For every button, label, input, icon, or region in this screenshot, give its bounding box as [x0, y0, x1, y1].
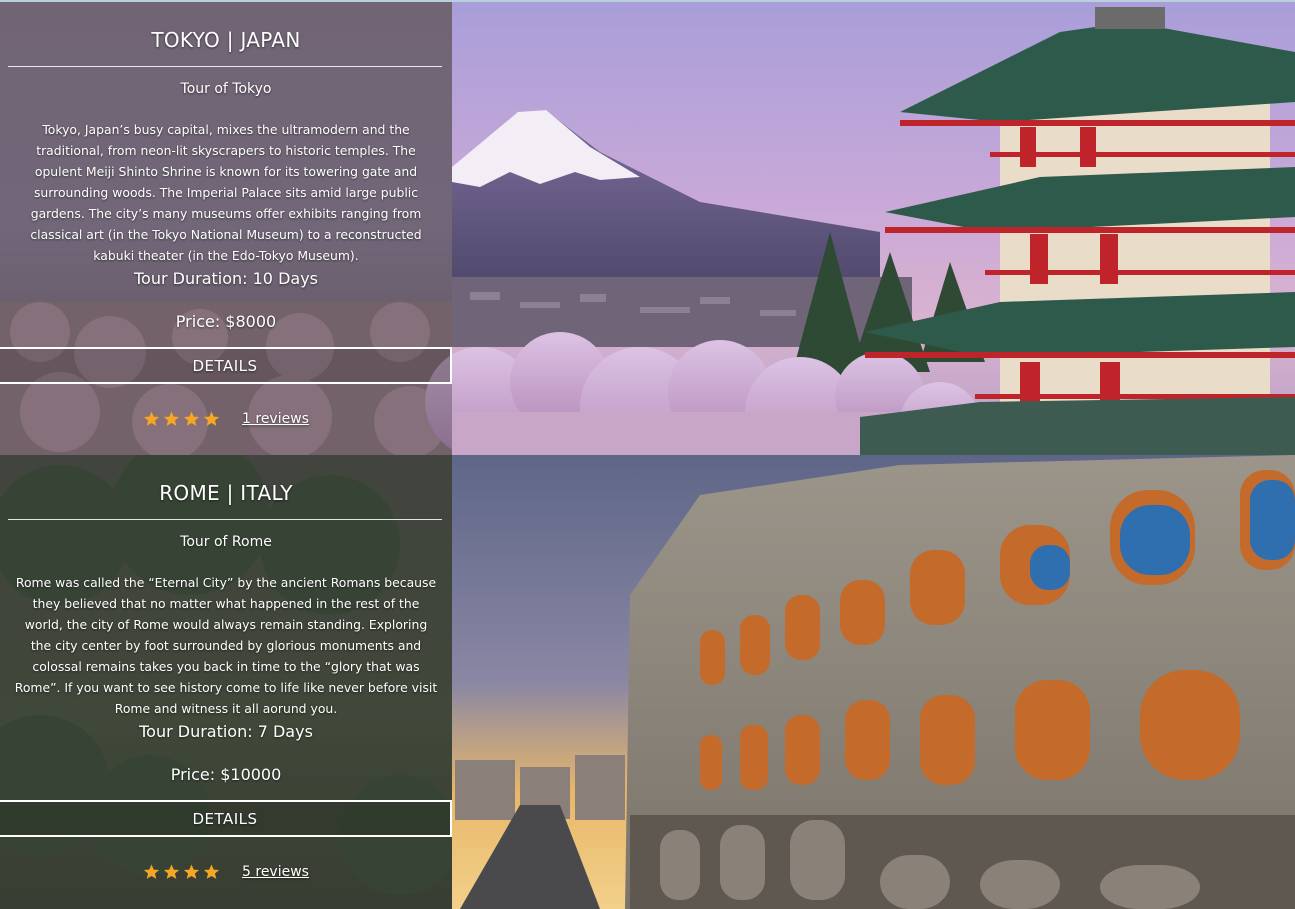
star-rating	[143, 864, 220, 880]
rating-row: 1 reviews	[0, 408, 452, 430]
star-icon	[183, 864, 200, 880]
star-icon	[203, 864, 220, 880]
title-divider	[8, 66, 442, 67]
tour-price: Price: $10000	[170, 765, 282, 784]
details-button[interactable]: DETAILS	[0, 347, 452, 384]
reviews-link[interactable]: 1 reviews	[242, 411, 309, 427]
tour-card-tokyo: TOKYO | JAPAN Tour of Tokyo Tokyo, Japan…	[0, 0, 1295, 455]
star-icon	[143, 411, 160, 427]
tour-price: Price: $8000	[175, 312, 277, 331]
tour-subtitle: Tour of Rome	[180, 534, 272, 550]
tour-duration: Tour Duration: 10 Days	[134, 269, 318, 288]
star-icon	[143, 864, 160, 880]
star-icon	[203, 411, 220, 427]
star-icon	[183, 411, 200, 427]
reviews-link[interactable]: 5 reviews	[242, 864, 309, 880]
tour-subtitle: Tour of Tokyo	[180, 81, 272, 97]
rating-row: 5 reviews	[0, 861, 452, 883]
star-icon	[163, 864, 180, 880]
tour-description: Rome was called the “Eternal City” by th…	[14, 575, 438, 716]
title-divider	[8, 519, 442, 520]
star-rating	[143, 411, 220, 427]
tour-title: TOKYO | JAPAN	[151, 28, 301, 52]
details-button[interactable]: DETAILS	[0, 800, 452, 837]
tour-title: ROME | ITALY	[159, 481, 293, 505]
star-icon	[163, 411, 180, 427]
tour-info-panel: TOKYO | JAPAN Tour of Tokyo Tokyo, Japan…	[0, 2, 452, 455]
tour-duration: Tour Duration: 7 Days	[139, 722, 313, 741]
tour-card-rome: ROME | ITALY Tour of Rome Rome was calle…	[0, 455, 1295, 909]
tour-description: Tokyo, Japan’s busy capital, mixes the u…	[30, 122, 422, 263]
tour-info-panel: ROME | ITALY Tour of Rome Rome was calle…	[0, 455, 452, 909]
